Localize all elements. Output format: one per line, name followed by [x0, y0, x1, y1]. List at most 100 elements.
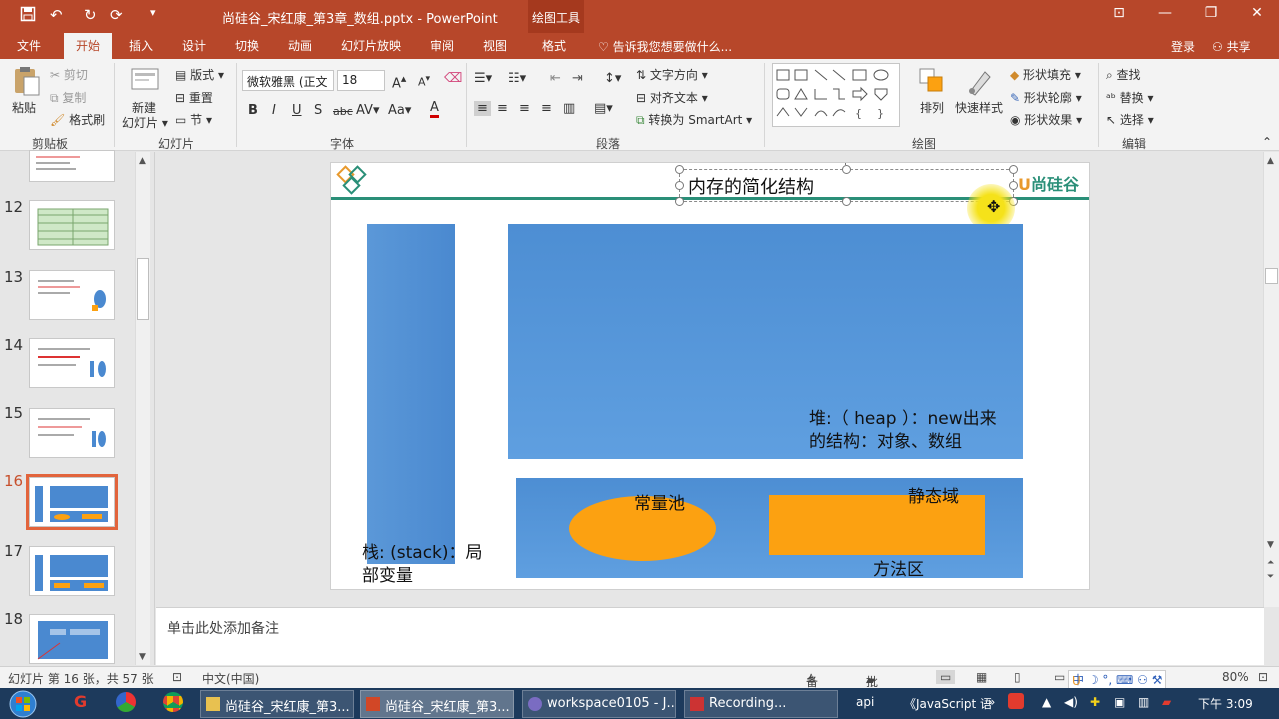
- align-text-button[interactable]: ⊟ 对齐文本 ▾: [636, 89, 708, 106]
- tab-file[interactable]: 文件: [17, 37, 41, 54]
- taskbar-item[interactable]: Recording...: [684, 690, 838, 718]
- paste-icon[interactable]: [12, 65, 42, 96]
- tray-plus-icon[interactable]: ✚: [1090, 695, 1100, 709]
- grow-font-button[interactable]: A▴: [392, 72, 406, 91]
- new-slide-icon[interactable]: [130, 65, 160, 95]
- tab-transitions[interactable]: 切换: [235, 37, 259, 54]
- tray-s-icon[interactable]: [1008, 693, 1024, 709]
- tab-review[interactable]: 审阅: [430, 37, 454, 54]
- distributed-icon[interactable]: ▥: [563, 101, 575, 116]
- smartart-button[interactable]: ⧉ 转换为 SmartArt ▾: [636, 111, 752, 128]
- new-slide-label-2[interactable]: 幻灯片 ▾: [122, 114, 168, 131]
- app-pinwheel-icon[interactable]: [116, 692, 136, 712]
- scroll-down-icon[interactable]: ▼: [1267, 540, 1274, 550]
- align-center-icon[interactable]: ≡: [497, 101, 508, 116]
- login-link[interactable]: 登录: [1171, 38, 1195, 55]
- bullets-icon[interactable]: ☰▾: [474, 71, 492, 86]
- resize-handle[interactable]: [842, 197, 851, 206]
- minimize-button[interactable]: —: [1150, 5, 1180, 21]
- text-direction-button[interactable]: ⇅ 文字方向 ▾: [636, 66, 708, 83]
- taskbar-item[interactable]: workspace0105 - J...: [522, 690, 676, 718]
- scroll-thumb[interactable]: [1265, 268, 1278, 284]
- resize-handle[interactable]: [842, 165, 851, 174]
- undo-icon[interactable]: ↶: [50, 6, 63, 24]
- slide-thumbnail[interactable]: [29, 200, 115, 250]
- clear-formatting-icon[interactable]: ⌫: [444, 71, 462, 86]
- ime-toolbar[interactable]: U 中 ☽ °, ⌨ ⚇ ⚒: [1068, 670, 1167, 689]
- app-g-icon[interactable]: G: [74, 692, 87, 711]
- section-button[interactable]: ▭ 节 ▾: [175, 111, 212, 128]
- taskbar-item[interactable]: 尚硅谷_宋红康_第3...: [200, 690, 354, 718]
- tab-slideshow[interactable]: 幻灯片放映: [341, 37, 401, 54]
- shapes-gallery[interactable]: {}: [772, 63, 900, 127]
- numbering-icon[interactable]: ☷▾: [508, 71, 526, 86]
- columns-icon[interactable]: ▤▾: [594, 101, 613, 116]
- show-hidden-icons-icon[interactable]: ▲: [1042, 695, 1051, 709]
- decrease-indent-icon[interactable]: ⇤: [550, 71, 561, 86]
- arrange-button[interactable]: 排列: [920, 99, 944, 116]
- slide-title[interactable]: 内存的简化结构: [688, 173, 814, 199]
- previous-slide-icon[interactable]: ⏶: [1267, 558, 1274, 568]
- save-icon[interactable]: [20, 6, 36, 26]
- justify-icon[interactable]: ≡: [541, 101, 552, 116]
- chrome-icon[interactable]: [163, 692, 183, 712]
- resize-handle[interactable]: [675, 181, 684, 190]
- scroll-up-icon[interactable]: ▲: [1267, 156, 1274, 166]
- tab-home[interactable]: 开始: [64, 33, 113, 59]
- clock[interactable]: 下午 3:09: [1198, 695, 1253, 712]
- scroll-down-icon[interactable]: ▼: [139, 652, 146, 662]
- share-button[interactable]: ⚇ 共享: [1212, 38, 1251, 55]
- slide-thumbnail[interactable]: [29, 270, 115, 320]
- rotate-handle[interactable]: [845, 163, 846, 165]
- shape-effects-button[interactable]: ◉ 形状效果 ▾: [1010, 111, 1082, 128]
- stack-rect[interactable]: [367, 224, 455, 564]
- quick-styles-icon[interactable]: [965, 67, 995, 97]
- replace-button[interactable]: ᵃᵇ 替换 ▾: [1106, 89, 1154, 106]
- tab-design[interactable]: 设计: [182, 37, 206, 54]
- select-button[interactable]: ↖ 选择 ▾: [1106, 111, 1154, 128]
- zoom-level[interactable]: 80%: [1222, 670, 1249, 684]
- tab-animations[interactable]: 动画: [288, 37, 312, 54]
- shrink-font-button[interactable]: A▾: [418, 73, 430, 89]
- increase-indent-icon[interactable]: ⇥: [572, 71, 583, 86]
- underline-button[interactable]: U: [292, 103, 302, 118]
- resize-handle[interactable]: [1009, 165, 1018, 174]
- copy-button[interactable]: ⧉ 复制: [50, 89, 86, 106]
- shadow-button[interactable]: S: [314, 103, 322, 118]
- paste-button[interactable]: 粘贴: [12, 99, 36, 116]
- slide-thumbnail[interactable]: [29, 614, 115, 664]
- slide-thumbnail-current[interactable]: [26, 474, 118, 530]
- layout-button[interactable]: ▤ 版式 ▾: [175, 66, 224, 83]
- redo-icon[interactable]: ↻: [84, 6, 97, 24]
- restore-button[interactable]: ❐: [1196, 5, 1226, 21]
- font-family-combo[interactable]: 微软雅黑 (正文: [242, 70, 334, 91]
- presenter-icon[interactable]: ⟳: [110, 6, 123, 24]
- quick-styles-button[interactable]: 快速样式: [955, 99, 1003, 116]
- reading-view-icon[interactable]: ▯: [1014, 670, 1021, 684]
- tab-insert[interactable]: 插入: [129, 37, 153, 54]
- arrange-icon[interactable]: [918, 67, 948, 97]
- thumbnail-scrollbar[interactable]: ▲ ▼: [135, 152, 150, 665]
- tray-javascript[interactable]: 《JavaScript 语: [904, 695, 992, 712]
- slide-sorter-icon[interactable]: ▦: [976, 670, 987, 684]
- slide-thumbnail[interactable]: [29, 338, 115, 388]
- bold-button[interactable]: B: [248, 103, 258, 118]
- tray-flag-icon[interactable]: ▰: [1162, 695, 1171, 709]
- slide-canvas[interactable]: 内存的简化结构 ✥ U尚硅谷 堆:（ heap ）：new出来 的结构：对象、数…: [330, 162, 1090, 590]
- scroll-up-icon[interactable]: ▲: [139, 156, 146, 166]
- resize-handle[interactable]: [675, 165, 684, 174]
- fit-to-window-icon[interactable]: ⊡: [1258, 670, 1268, 684]
- volume-icon[interactable]: ◀): [1064, 695, 1078, 709]
- change-case-button[interactable]: Aa▾: [388, 103, 411, 118]
- font-color-button[interactable]: A: [430, 101, 439, 118]
- strikethrough-button[interactable]: abc: [333, 105, 353, 118]
- resize-handle[interactable]: [1009, 181, 1018, 190]
- language-indicator[interactable]: 中文(中国): [202, 670, 259, 687]
- slide-scrollbar[interactable]: ▲ ▼ ⏶ ⏷: [1263, 152, 1279, 607]
- tray-overflow-icon[interactable]: »: [988, 695, 995, 709]
- ribbon-display-options-icon[interactable]: ⊡: [1104, 5, 1134, 21]
- align-left-icon[interactable]: ≡: [474, 101, 491, 116]
- tray-api[interactable]: api: [856, 695, 874, 709]
- font-size-combo[interactable]: 18: [337, 70, 385, 91]
- format-painter-button[interactable]: 🖌 格式刷: [50, 111, 105, 128]
